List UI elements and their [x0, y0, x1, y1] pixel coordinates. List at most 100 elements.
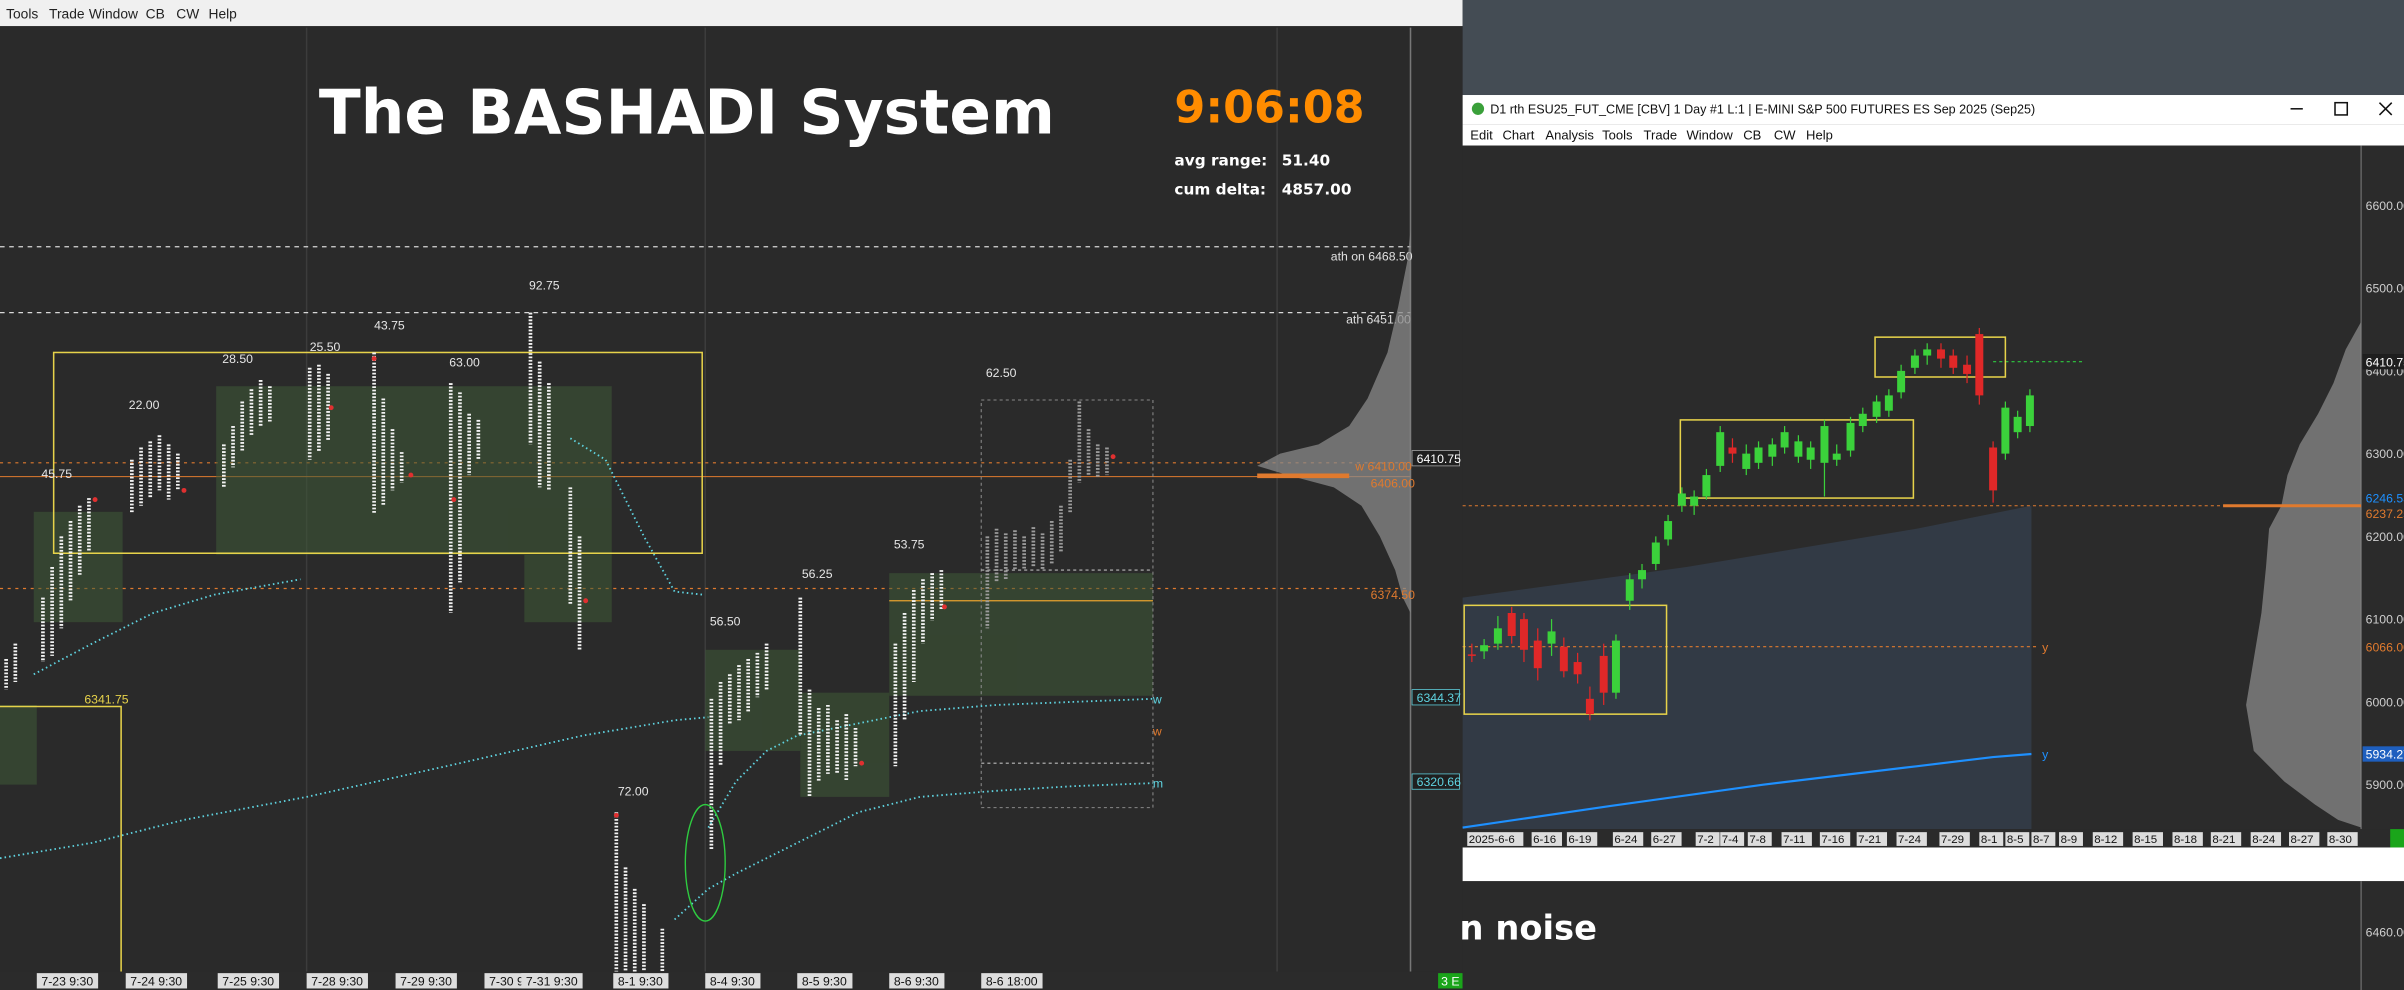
- candle-body: [1533, 640, 1542, 669]
- menu-help[interactable]: Help: [1806, 127, 1833, 142]
- range-label: 53.75: [894, 538, 925, 552]
- candle-body: [1507, 613, 1516, 636]
- candle-body: [2025, 395, 2034, 427]
- candle-body: [1820, 426, 1829, 463]
- right-window-title: D1 rth ESU25_FUT_CME [CBV] 1 Day #1 L:1 …: [1490, 102, 2035, 116]
- marker-m: m: [1153, 777, 1163, 791]
- session-clock: 9:06:08: [1174, 83, 1364, 134]
- bottom-axis-value: 6460.00: [2366, 925, 2404, 939]
- candle-body: [1780, 432, 1789, 448]
- candle-body: [1975, 334, 1984, 396]
- time-label: 7-28 9:30: [311, 974, 363, 988]
- x-label: 7-8: [1749, 834, 1766, 846]
- last-price-tag-text: 6410.75: [2366, 355, 2404, 369]
- orange-price-tag: 6237.25: [2366, 507, 2404, 521]
- time-label: 7-31 9:30: [526, 974, 578, 988]
- range-label: 22.00: [129, 398, 160, 412]
- w-level-label: w 6410.00: [1354, 459, 1412, 473]
- candle-body: [1872, 401, 1881, 417]
- range-label: 28.50: [222, 352, 253, 366]
- time-label: 8-5 9:30: [802, 974, 847, 988]
- y-tick: 5900.00: [2366, 778, 2404, 792]
- y-tick: 6600.00: [2366, 199, 2404, 213]
- range-label: 43.75: [374, 318, 405, 332]
- menu-cb[interactable]: CB: [146, 6, 165, 21]
- time-label: 7-23 9:30: [41, 974, 93, 988]
- menu-analysis[interactable]: Analysis: [1545, 127, 1594, 142]
- menu-help[interactable]: Help: [209, 6, 238, 21]
- candle-body: [1467, 654, 1476, 656]
- ma-price-tag-text: 5934.27: [2366, 748, 2404, 762]
- menu-cw[interactable]: CW: [176, 6, 199, 21]
- candle-body: [1742, 453, 1751, 469]
- range-label: 25.50: [310, 340, 341, 354]
- candle-body: [1585, 698, 1594, 715]
- x-label: 8-30: [2329, 834, 2352, 846]
- marker-w2: w: [1152, 725, 1162, 739]
- menu-cw[interactable]: CW: [1774, 127, 1796, 142]
- menu-edit[interactable]: Edit: [1470, 127, 1493, 142]
- x-label: 7-24: [1898, 834, 1922, 846]
- x-label: 2025-6-6: [1469, 834, 1515, 846]
- x-label: 6-27: [1653, 834, 1676, 846]
- menu-tools[interactable]: Tools: [6, 6, 38, 21]
- candle-body: [1768, 444, 1777, 457]
- y-marker: y: [2042, 640, 2049, 654]
- menu-trade[interactable]: Trade: [49, 6, 85, 21]
- candle-body: [2013, 416, 2022, 433]
- candle-body: [1884, 395, 1893, 411]
- candle-body: [1846, 422, 1855, 451]
- price-axis-cyan2-text: 6320.66: [1417, 775, 1461, 789]
- menu-tools[interactable]: Tools: [1602, 127, 1633, 142]
- x-label: 8-5: [2007, 834, 2024, 846]
- menu-chart[interactable]: Chart: [1503, 127, 1535, 142]
- menu-window[interactable]: Window: [1686, 127, 1733, 142]
- price-axis-cyan1-text: 6344.37: [1417, 691, 1461, 705]
- range-label: 92.75: [529, 279, 560, 293]
- x-label: 7-4: [1722, 834, 1739, 846]
- cum-delta-label: cum delta:: [1174, 181, 1266, 199]
- time-label: 7-25 9:30: [222, 974, 274, 988]
- y-tick: 6300.00: [2366, 447, 2404, 461]
- corner-badge-text: 3 E: [1441, 974, 1459, 988]
- x-label: 7-21: [1858, 834, 1881, 846]
- range-label: 62.50: [986, 366, 1017, 380]
- blue-price-tag: 6246.53: [2366, 492, 2404, 506]
- time-label: 7-24 9:30: [130, 974, 182, 988]
- candle-body: [1949, 355, 1958, 368]
- marker-w1: w: [1152, 692, 1162, 706]
- candle-body: [1858, 413, 1867, 427]
- right-price-axis: [2361, 145, 2404, 830]
- x-label: 8-12: [2094, 834, 2117, 846]
- poc-marker: [1257, 473, 1350, 479]
- x-label: 8-18: [2174, 834, 2197, 846]
- menu-window[interactable]: Window: [89, 6, 138, 21]
- app-globe-icon: [1471, 102, 1485, 115]
- candle-body: [1716, 432, 1725, 466]
- ath-on-label: ath on 6468.50: [1331, 250, 1413, 264]
- x-label: 6-19: [1568, 834, 1591, 846]
- candle-body: [1547, 631, 1556, 644]
- candle-body: [1690, 496, 1699, 506]
- candle-body: [1573, 662, 1582, 675]
- page-title: The BASHADI System: [319, 77, 1055, 148]
- y-level-tag: 6066.00: [2366, 640, 2404, 654]
- x-label: 8-27: [2291, 834, 2314, 846]
- right-corner-badge: [2390, 829, 2404, 848]
- candle-body: [1651, 542, 1660, 564]
- candle-body: [1897, 370, 1906, 393]
- range-label: 72.00: [618, 784, 649, 798]
- x-label: 8-24: [2252, 834, 2276, 846]
- menu-cb[interactable]: CB: [1743, 127, 1761, 142]
- candle-body: [1923, 349, 1932, 356]
- x-label: 7-11: [1783, 834, 1805, 846]
- x-label: 7-2: [1697, 834, 1714, 846]
- x-label: 6-16: [1533, 834, 1556, 846]
- y-tick: 6200.00: [2366, 530, 2404, 544]
- y-tick: 6000.00: [2366, 695, 2404, 709]
- candle-body: [1832, 453, 1841, 460]
- candle-body: [1599, 655, 1608, 693]
- candle-body: [1910, 355, 1919, 368]
- menu-trade[interactable]: Trade: [1644, 127, 1678, 142]
- level-6406-label: 6406.00: [1371, 476, 1415, 490]
